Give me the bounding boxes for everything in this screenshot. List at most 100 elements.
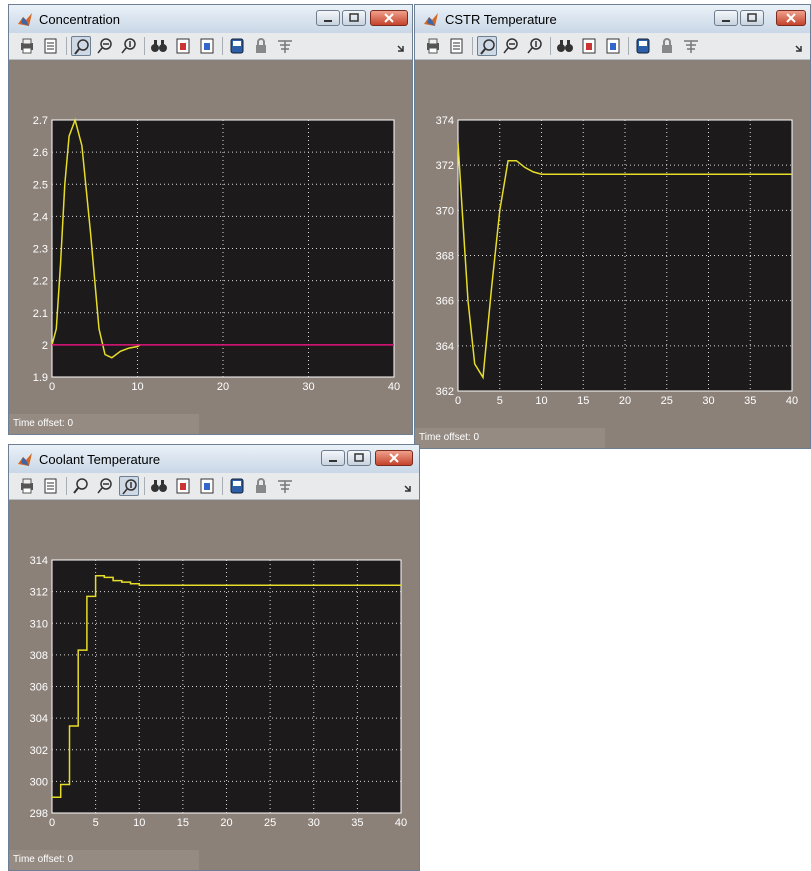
y-tick-label: 2.2 xyxy=(33,276,48,288)
autoscale-icon xyxy=(151,40,167,52)
toolbar-separator xyxy=(144,477,145,495)
params-button[interactable] xyxy=(41,36,61,56)
print-button[interactable] xyxy=(17,36,37,56)
params-icon xyxy=(44,38,57,54)
params-button[interactable] xyxy=(41,476,61,496)
toolbar-overflow-button[interactable] xyxy=(394,36,408,56)
window-title: CSTR Temperature xyxy=(445,12,557,27)
autoscale-button[interactable] xyxy=(555,36,575,56)
title-bar[interactable]: CSTR Temperature xyxy=(415,5,810,33)
scope-window-cstr-temperature: CSTR Temperature 0 5 10 15 20 25 30 35 40 362 364 3… xyxy=(414,4,811,449)
signal-selection-button[interactable] xyxy=(275,476,295,496)
x-tick-label: 15 xyxy=(577,395,589,407)
zoom-x-button[interactable] xyxy=(95,476,115,496)
zoom-x-button[interactable] xyxy=(501,36,521,56)
floating-scope-button[interactable] xyxy=(633,36,653,56)
scope-body: 0 10 20 30 40 1.9 2 2.1 2.2 2.3 2.4 2.5 2.6 2.7 Time … xyxy=(9,60,412,434)
x-tick-label: 35 xyxy=(351,817,363,829)
time-offset-label: Time offset: 0 xyxy=(13,854,74,865)
toolbar-separator xyxy=(222,477,223,495)
save-axes-button[interactable] xyxy=(579,36,599,56)
autoscale-button[interactable] xyxy=(149,36,169,56)
zoom-y-button[interactable] xyxy=(119,36,139,56)
close-button[interactable] xyxy=(370,10,408,26)
y-tick-label: 300 xyxy=(30,776,48,788)
zoom-icon xyxy=(74,39,89,55)
y-tick-label: 368 xyxy=(436,251,454,263)
y-tick-label: 2 xyxy=(42,340,48,352)
close-button[interactable] xyxy=(375,450,413,466)
zoom-y-button[interactable] xyxy=(119,476,139,496)
x-tick-label: 0 xyxy=(455,395,461,407)
floating-scope-button[interactable] xyxy=(227,36,247,56)
zoom-y-icon xyxy=(122,479,137,495)
y-tick-label: 2.1 xyxy=(33,308,48,320)
restore-axes-icon xyxy=(200,38,214,54)
scope-plot: 0 10 20 30 40 1.9 2 2.1 2.2 2.3 2.4 2.5 2.6 2.7 xyxy=(33,115,400,393)
x-tick-label: 10 xyxy=(131,381,143,393)
chevron-down-icon xyxy=(397,45,404,52)
restore-axes-button[interactable] xyxy=(197,476,217,496)
lock-axes-button[interactable] xyxy=(657,36,677,56)
save-axes-button[interactable] xyxy=(173,476,193,496)
print-button[interactable] xyxy=(423,36,443,56)
restore-axes-button[interactable] xyxy=(603,36,623,56)
title-bar[interactable]: Coolant Temperature xyxy=(9,445,419,473)
time-offset-label: Time offset: 0 xyxy=(419,432,480,443)
y-tick-label: 366 xyxy=(436,296,454,308)
scope-plot: 0 5 10 15 20 25 30 35 40 298 300 302 304 306 308 310 312… xyxy=(30,555,407,829)
lock-axes-button[interactable] xyxy=(251,476,271,496)
y-tick-label: 298 xyxy=(30,808,48,820)
zoom-button[interactable] xyxy=(71,36,91,56)
lock-axes-button[interactable] xyxy=(251,36,271,56)
y-tick-label: 372 xyxy=(436,160,454,172)
y-tick-label: 308 xyxy=(30,650,48,662)
maximize-button[interactable] xyxy=(347,450,371,466)
title-bar[interactable]: Concentration xyxy=(9,5,412,33)
minimize-button[interactable] xyxy=(321,450,345,466)
zoom-x-icon xyxy=(97,478,112,494)
maximize-button[interactable] xyxy=(342,10,366,26)
print-icon xyxy=(21,478,33,494)
scope-body: 0 5 10 15 20 25 30 35 40 362 364 366 368 370 372 374 Ti… xyxy=(415,60,810,448)
save-axes-icon xyxy=(582,38,596,54)
x-tick-label: 35 xyxy=(744,395,756,407)
autoscale-button[interactable] xyxy=(149,476,169,496)
x-tick-label: 20 xyxy=(217,381,229,393)
zoom-x-button[interactable] xyxy=(95,36,115,56)
maximize-button[interactable] xyxy=(740,10,764,26)
floating-scope-button[interactable] xyxy=(227,476,247,496)
x-tick-label: 10 xyxy=(535,395,547,407)
signal-selection-button[interactable] xyxy=(681,36,701,56)
scope-body: 0 5 10 15 20 25 30 35 40 298 300 302 304 306 308 310 312… xyxy=(9,500,419,870)
save-axes-icon xyxy=(176,478,190,494)
signal-selection-button[interactable] xyxy=(275,36,295,56)
zoom-button[interactable] xyxy=(71,476,91,496)
toolbar-overflow-button[interactable] xyxy=(401,476,415,496)
scope-window-coolant-temperature: Coolant Temperature 0 5 10 15 20 25 30 35 40 298 3… xyxy=(8,444,420,871)
matlab-icon xyxy=(424,13,438,26)
y-tick-label: 310 xyxy=(30,618,48,630)
params-button[interactable] xyxy=(447,36,467,56)
minimize-button[interactable] xyxy=(714,10,738,26)
toolbar-overflow-button[interactable] xyxy=(792,36,806,56)
x-tick-label: 30 xyxy=(302,381,314,393)
floating-scope-icon xyxy=(230,478,244,494)
restore-axes-icon xyxy=(606,38,620,54)
restore-axes-button[interactable] xyxy=(197,36,217,56)
print-button[interactable] xyxy=(17,476,37,496)
zoom-button[interactable] xyxy=(477,36,497,56)
y-tick-label: 2.6 xyxy=(33,147,48,159)
params-icon xyxy=(44,478,57,494)
save-axes-icon xyxy=(176,38,190,54)
close-button[interactable] xyxy=(776,10,806,26)
minimize-button[interactable] xyxy=(316,10,340,26)
y-tick-label: 1.9 xyxy=(33,372,48,384)
signal-selection-icon xyxy=(684,40,698,53)
x-tick-label: 40 xyxy=(395,817,407,829)
x-tick-label: 5 xyxy=(93,817,99,829)
x-tick-label: 10 xyxy=(133,817,145,829)
save-axes-button[interactable] xyxy=(173,36,193,56)
zoom-y-button[interactable] xyxy=(525,36,545,56)
floating-scope-icon xyxy=(230,38,244,54)
